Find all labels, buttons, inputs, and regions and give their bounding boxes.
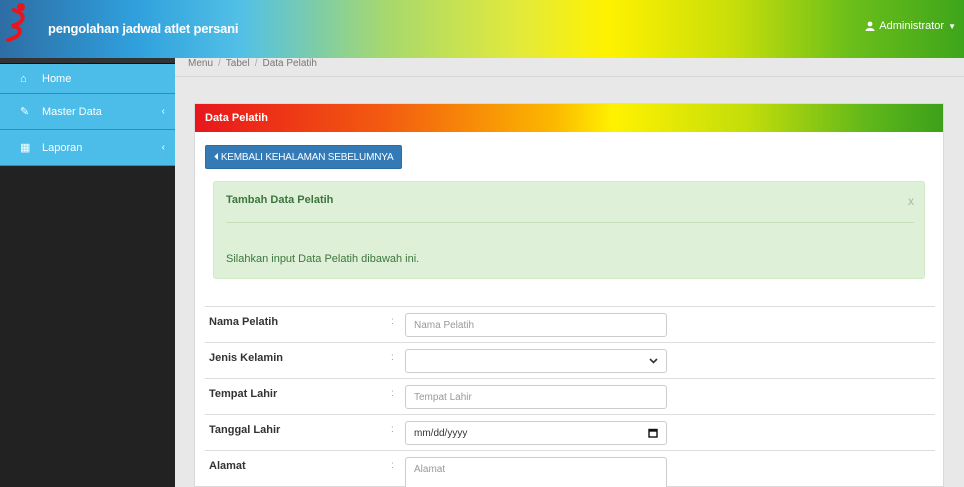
nama-pelatih-input[interactable]: Nama Pelatih <box>405 313 667 337</box>
back-button-label: KEMBALI KEHALAMAN SEBELUMNYA <box>220 151 394 163</box>
alert-message: Silahkan input Data Pelatih dibawah ini. <box>226 253 420 265</box>
tanggal-lahir-input[interactable]: mm/dd/yyyy <box>405 421 667 445</box>
jenis-kelamin-select[interactable] <box>405 349 667 373</box>
caret-down-icon: ▼ <box>948 21 956 31</box>
pelatih-form: Nama Pelatih : Nama Pelatih Jenis Kelami… <box>205 306 935 487</box>
sidebar-item-label: Laporan <box>42 141 83 154</box>
field-label: Jenis Kelamin <box>209 352 283 364</box>
top-navbar: pengolahan jadwal atlet persani Administ… <box>0 0 964 58</box>
form-row-nama-pelatih: Nama Pelatih : Nama Pelatih <box>205 306 935 342</box>
field-label: Tanggal Lahir <box>209 424 281 436</box>
user-icon <box>865 21 875 31</box>
breadcrumb-tabel[interactable]: Tabel <box>226 58 250 69</box>
back-button[interactable]: ⏴ KEMBALI KEHALAMAN SEBELUMNYA <box>205 145 403 169</box>
app-title[interactable]: pengolahan jadwal atlet persani <box>48 21 238 36</box>
sidebar-item-laporan[interactable]: ▦ Laporan ‹ <box>0 130 175 166</box>
tempat-lahir-input[interactable]: Tempat Lahir <box>405 385 667 409</box>
breadcrumb-current: Data Pelatih <box>262 58 317 69</box>
chevron-down-icon <box>649 358 658 364</box>
breadcrumb-divider <box>175 76 964 77</box>
close-icon[interactable]: x <box>908 194 914 208</box>
user-name: Administrator <box>879 20 945 32</box>
info-alert: Tambah Data Pelatih x Silahkan input Dat… <box>213 181 925 279</box>
gymnast-logo-icon <box>6 3 25 42</box>
alert-divider <box>226 222 914 223</box>
panel-title: Data Pelatih <box>195 104 943 132</box>
data-pelatih-panel: Data Pelatih ⏴ KEMBALI KEHALAMAN SEBELUM… <box>194 103 944 487</box>
form-row-alamat: Alamat : Alamat <box>205 450 935 487</box>
sidebar-item-label: Master Data <box>42 105 102 118</box>
form-row-tempat-lahir: Tempat Lahir : Tempat Lahir <box>205 378 935 414</box>
field-label: Tempat Lahir <box>209 388 278 400</box>
field-colon: : <box>391 388 394 399</box>
field-colon: : <box>391 316 394 327</box>
sidebar-item-label: Home <box>42 72 72 85</box>
breadcrumb: Menu / Tabel / Data Pelatih <box>188 58 317 69</box>
sidebar-item-home[interactable]: ⌂ Home <box>0 64 175 94</box>
alert-title: Tambah Data Pelatih <box>226 194 334 206</box>
form-row-jenis-kelamin: Jenis Kelamin : <box>205 342 935 378</box>
field-label: Alamat <box>209 460 246 472</box>
chevron-left-icon: ‹ <box>161 106 165 117</box>
calendar-picker-icon[interactable] <box>648 428 658 438</box>
field-colon: : <box>391 460 394 471</box>
field-colon: : <box>391 424 394 435</box>
date-value: mm/dd/yyyy <box>414 427 468 439</box>
field-colon: : <box>391 352 394 363</box>
sidebar: ⌂ Home ✎ Master Data ‹ ▦ Laporan ‹ <box>0 58 175 487</box>
user-menu[interactable]: Administrator ▼ <box>865 20 956 32</box>
form-row-tanggal-lahir: Tanggal Lahir : mm/dd/yyyy <box>205 414 935 450</box>
sidebar-item-master-data[interactable]: ✎ Master Data ‹ <box>0 94 175 130</box>
calendar-icon: ▦ <box>20 142 31 154</box>
chevron-left-icon: ‹ <box>161 142 165 153</box>
double-chevron-left-icon: ⏴ <box>214 151 219 163</box>
alamat-textarea[interactable]: Alamat <box>405 457 667 487</box>
breadcrumb-menu[interactable]: Menu <box>188 58 213 69</box>
home-icon: ⌂ <box>20 72 27 85</box>
field-label: Nama Pelatih <box>209 316 279 328</box>
edit-icon: ✎ <box>20 106 30 118</box>
